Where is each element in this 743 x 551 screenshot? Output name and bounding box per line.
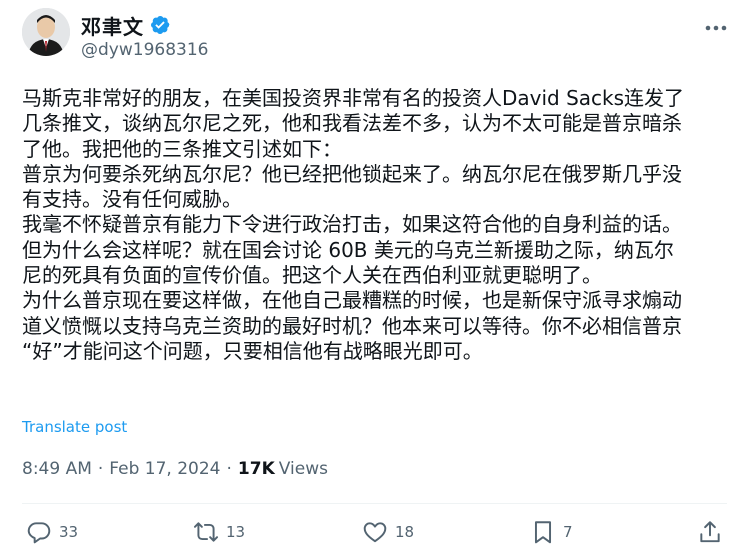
tweet-line: 我毫不怀疑普京有能力下令进行政治打击，如果这符合他的自身利益的话。 [22, 212, 682, 237]
divider [22, 503, 727, 504]
reply-icon [27, 522, 51, 544]
meta-separator: · [97, 459, 104, 479]
tweet-meta: 8:49 AM · Feb 17, 2024 · 17K Views [22, 459, 328, 479]
reply-button[interactable]: 33 [26, 518, 78, 546]
like-count: 18 [395, 523, 415, 541]
bookmark-count: 7 [563, 523, 573, 541]
tweet-line: 几条推文，谈纳瓦尔尼之死，他和我看法差不多，认为不太可能是普京暗杀 [22, 111, 682, 136]
verified-badge-icon [149, 14, 171, 36]
share-button[interactable] [697, 518, 723, 546]
post-time[interactable]: 8:49 AM [22, 459, 92, 479]
tweet-line: 但为什么会这样呢？就在国会讨论 60B 美元的乌克兰新援助之际，纳瓦尔 [22, 237, 674, 262]
post-date[interactable]: Feb 17, 2024 [109, 459, 220, 479]
bookmark-icon [534, 521, 552, 544]
reply-count: 33 [59, 523, 79, 541]
tweet-line: 尼的死具有负面的宣传价值。把这个人关在西伯利亚就更聪明了。 [22, 263, 602, 288]
tweet-text: 马斯克非常好的朋友，在美国投资界非常有名的投资人David Sacks连发了 几… [22, 86, 727, 364]
tweet-line: 普京为何要杀死纳瓦尔尼？他已经把他锁起来了。纳瓦尔尼在俄罗斯几乎没 [22, 161, 682, 186]
share-icon [700, 521, 720, 543]
tweet-line: 为什么普京现在要这样做，在他自己最糟糕的时候，也是新保守派寻求煽动 [22, 288, 682, 313]
more-options-button[interactable] [701, 16, 731, 40]
views-count: 17K [237, 459, 275, 479]
author-handle[interactable]: @dyw1968316 [81, 40, 208, 60]
like-button[interactable]: 18 [362, 518, 414, 546]
tweet-line: “好”才能问这个问题，只要相信他有战略眼光即可。 [22, 338, 483, 363]
translate-post-link[interactable]: Translate post [22, 418, 127, 436]
tweet-line: 有支持。没有任何威胁。 [22, 187, 242, 212]
avatar[interactable] [22, 8, 70, 56]
repost-count: 13 [226, 523, 246, 541]
views-label: Views [278, 459, 328, 479]
avatar-photo [22, 8, 70, 56]
tweet-line: 道义愤慨以支持乌克兰资助的最好时机？他本来可以等待。你不必相信普京 [22, 313, 682, 338]
author-display-name[interactable]: 邓聿文 [81, 11, 144, 40]
more-icon [705, 25, 727, 31]
bookmark-button[interactable]: 7 [530, 518, 573, 546]
repost-button[interactable]: 13 [193, 518, 245, 546]
heart-icon [363, 522, 387, 543]
repost-icon [193, 522, 219, 542]
meta-separator: · [226, 459, 232, 479]
tweet-line: 了他。我把他的三条推文引述如下： [22, 136, 342, 161]
tweet-line: 马斯克非常好的朋友，在美国投资界非常有名的投资人David Sacks连发了 [22, 86, 685, 110]
